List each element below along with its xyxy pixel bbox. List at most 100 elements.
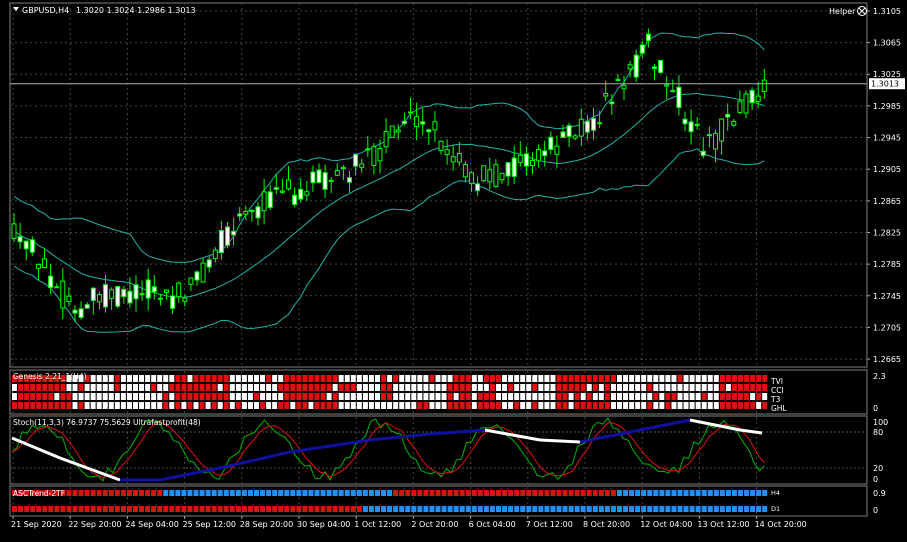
genesis-signal-cell bbox=[659, 375, 665, 382]
price-tick-label: 1.2985 bbox=[873, 102, 901, 111]
asctrend-signal-cell bbox=[592, 490, 598, 496]
genesis-signal-cell bbox=[266, 402, 272, 409]
main-chart-panel[interactable] bbox=[9, 2, 868, 368]
genesis-signal-cell bbox=[320, 402, 326, 409]
bollinger-upper-band bbox=[13, 32, 765, 263]
dropdown-arrow-icon[interactable] bbox=[13, 7, 19, 11]
asctrend-signal-cell bbox=[12, 506, 17, 512]
genesis-signal-cell bbox=[126, 375, 132, 382]
genesis-signal-cell bbox=[66, 384, 72, 391]
genesis-signal-cell bbox=[641, 384, 647, 391]
genesis-signal-cell bbox=[604, 402, 610, 409]
genesis-signal-cell bbox=[284, 393, 290, 400]
asctrend-signal-cell bbox=[677, 490, 683, 496]
asctrend-signal-cell bbox=[356, 490, 362, 496]
candle-body bbox=[676, 86, 682, 108]
genesis-signal-cell bbox=[520, 393, 526, 400]
genesis-signal-cell bbox=[205, 375, 211, 382]
candle-body bbox=[621, 84, 627, 90]
candle-body bbox=[688, 121, 694, 133]
asctrend-signal-cell bbox=[247, 506, 253, 512]
candle-body bbox=[749, 89, 755, 104]
asctrend-signal-cell bbox=[24, 506, 30, 512]
genesis-row-label: T3 bbox=[770, 395, 781, 404]
candle-body bbox=[164, 289, 169, 294]
candle-body bbox=[139, 293, 145, 296]
candle-body bbox=[578, 118, 584, 137]
candle-body bbox=[462, 164, 468, 178]
asctrend-signal-cell bbox=[375, 506, 380, 512]
asctrend-signal-cell bbox=[750, 490, 756, 496]
asctrend-signal-cell bbox=[199, 506, 205, 512]
asctrend-signal-cell bbox=[701, 490, 707, 496]
genesis-signal-cell bbox=[574, 375, 580, 382]
candle-body bbox=[426, 129, 432, 133]
asctrend-signal-cell bbox=[538, 506, 544, 512]
asctrend-signal-cell bbox=[163, 490, 169, 496]
price-tick-label: 1.3065 bbox=[873, 39, 901, 48]
asctrend-signal-cell bbox=[744, 506, 750, 512]
candle-body bbox=[517, 154, 523, 164]
genesis-signal-cell bbox=[459, 402, 465, 409]
genesis-signal-cell bbox=[217, 375, 223, 382]
genesis-signal-cell bbox=[368, 402, 374, 409]
candle-body bbox=[237, 213, 243, 217]
genesis-axis-bottom: 0 bbox=[873, 404, 878, 413]
genesis-signal-cell bbox=[574, 384, 580, 391]
asctrend-signal-cell bbox=[496, 506, 501, 512]
asctrend-row-label: D1 bbox=[771, 505, 780, 513]
asctrend-signal-cell bbox=[163, 506, 169, 512]
asctrend-signal-cell bbox=[725, 506, 731, 512]
asctrend-signal-cell bbox=[677, 506, 683, 512]
asctrend-signal-cell bbox=[635, 490, 641, 496]
genesis-signal-cell bbox=[514, 393, 520, 400]
genesis-signal-cell bbox=[387, 375, 393, 382]
genesis-signal-cell bbox=[762, 393, 768, 400]
genesis-signal-cell bbox=[744, 402, 750, 409]
genesis-signal-cell bbox=[568, 375, 574, 382]
genesis-signal-cell bbox=[598, 375, 604, 382]
asctrend-signal-cell bbox=[719, 490, 725, 496]
genesis-signal-cell bbox=[677, 384, 683, 391]
asctrend-signal-cell bbox=[235, 506, 241, 512]
asctrend-signal-cell bbox=[447, 506, 453, 512]
genesis-signal-cell bbox=[568, 384, 574, 391]
asctrend-signal-cell bbox=[387, 506, 393, 512]
asctrend-signal-cell bbox=[580, 506, 586, 512]
genesis-signal-cell bbox=[278, 402, 284, 409]
genesis-signal-cell bbox=[550, 384, 556, 391]
genesis-signal-cell bbox=[362, 375, 368, 382]
genesis-signal-cell bbox=[399, 393, 405, 400]
genesis-signal-cell bbox=[157, 375, 163, 382]
candle-body bbox=[17, 236, 23, 243]
candle-body bbox=[249, 209, 255, 212]
candle-body bbox=[66, 295, 72, 303]
genesis-signal-cell bbox=[423, 393, 429, 400]
genesis-signal-cell bbox=[441, 402, 447, 409]
genesis-signal-cell bbox=[381, 402, 387, 409]
asctrend-signal-cell bbox=[489, 506, 495, 512]
genesis-signal-cell bbox=[574, 402, 580, 409]
genesis-signal-cell bbox=[223, 393, 229, 400]
genesis-signal-cell bbox=[762, 375, 768, 382]
genesis-signal-cell bbox=[254, 402, 259, 409]
asctrend-signal-cell bbox=[193, 490, 199, 496]
candle-body bbox=[481, 165, 487, 182]
genesis-signal-cell bbox=[320, 393, 326, 400]
genesis-signal-cell bbox=[399, 384, 405, 391]
genesis-signal-cell bbox=[18, 384, 24, 391]
genesis-signal-cell bbox=[66, 402, 72, 409]
genesis-signal-cell bbox=[617, 393, 622, 400]
genesis-signal-cell bbox=[701, 375, 707, 382]
genesis-signal-cell bbox=[532, 402, 538, 409]
trading-chart-window[interactable]: 1.3105 1.3065 1.3025 1.2985 1.2945 1.2905 1.28… bbox=[0, 0, 907, 538]
asctrend-signal-cell bbox=[713, 490, 719, 496]
candle-body bbox=[554, 145, 560, 155]
genesis-signal-cell bbox=[139, 375, 145, 382]
genesis-signal-cell bbox=[508, 393, 514, 400]
genesis-signal-cell bbox=[683, 402, 689, 409]
genesis-signal-cell bbox=[713, 384, 719, 391]
genesis-signal-cell bbox=[90, 393, 96, 400]
candle-body bbox=[700, 150, 706, 156]
bollinger-bands bbox=[13, 32, 765, 333]
